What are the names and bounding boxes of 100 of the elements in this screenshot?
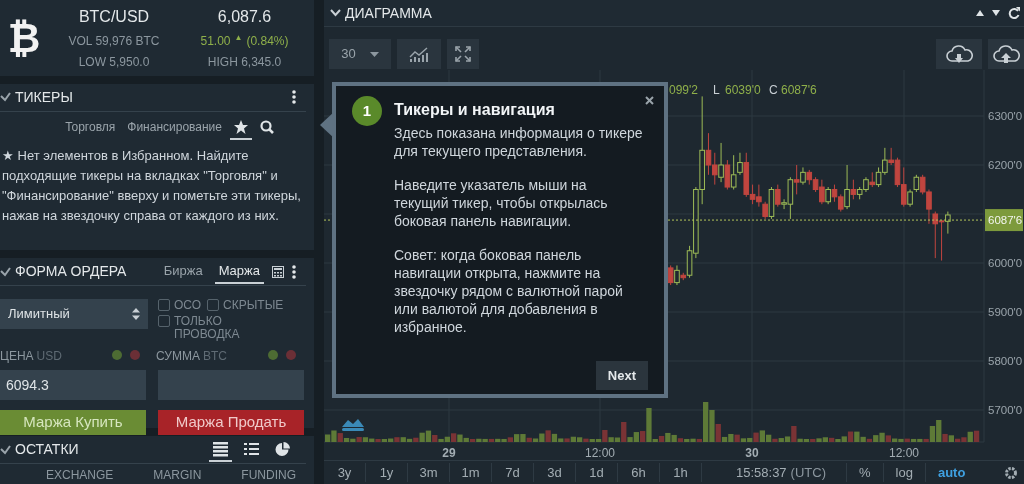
ask-dot-icon [286, 350, 296, 360]
field-label: ЦЕНА [0, 349, 34, 363]
column-header: EXCHANGE [45, 467, 114, 484]
column-header: MARGIN [153, 467, 202, 484]
amount-input[interactable] [158, 370, 304, 400]
more-icon[interactable] [292, 90, 296, 104]
tab[interactable]: Биржа [159, 258, 207, 285]
checkbox-option[interactable]: ТОЛЬКО ПРОВОДКА [158, 315, 288, 341]
bitcoin-logo: ₿ [6, 13, 42, 63]
axis-label: 6000'0 [988, 257, 1023, 269]
unit-label: USD [36, 349, 62, 363]
axis-label: 12:00 [585, 446, 615, 460]
popover-text: Наведите указатель мыши на текущий тикер, чтобы открылась боковая панель навигации. [394, 176, 609, 230]
chevron-icon[interactable] [0, 266, 11, 277]
unit-label: BTC [202, 349, 227, 363]
legend-key: L [713, 83, 720, 97]
axis-label: 6200'0 [988, 159, 1023, 171]
axis-label: 12:00 [889, 446, 919, 460]
legend-value: 099'2 [669, 83, 698, 97]
range-link[interactable]: 3y [324, 462, 366, 483]
tab[interactable]: Финансирование [123, 115, 226, 140]
last-price-tag: 6087'6 [985, 209, 1023, 232]
range-link[interactable]: 7d [492, 462, 534, 483]
close-icon[interactable] [645, 96, 654, 105]
cloud-upload-icon [992, 44, 1020, 64]
axis-label: 5900'0 [988, 306, 1023, 318]
range-link[interactable]: 3m [408, 462, 450, 483]
axis-label: 29 [442, 446, 456, 460]
popover-text: Совет: когда боковая панель навигации открыта, нажмите на звездочку рядом с валютной парой или валютой для добавления в избранное. [394, 246, 624, 336]
list-view-icon [244, 441, 259, 457]
clock-time: 15:58:37 [736, 464, 787, 480]
pie-chart-icon [275, 441, 290, 457]
more-icon[interactable] [292, 264, 296, 279]
step-number: 1 [352, 96, 382, 126]
ticker-symbol: BTC/USD [78, 6, 150, 27]
panel-title: ТИКЕРЫ [15, 87, 73, 107]
field-label: СУММА [156, 349, 200, 363]
cloud-download-button[interactable] [936, 39, 982, 69]
scale-option[interactable]: auto [924, 462, 978, 483]
legend-value: 6039'0 [725, 83, 761, 97]
cloud-upload-button[interactable] [988, 39, 1024, 69]
range-link[interactable]: 1d [576, 462, 618, 483]
axis-label: 5800'0 [988, 355, 1023, 367]
move-up-icon[interactable] [976, 10, 984, 16]
ticker-high: HIGH 6,345.0 [207, 53, 282, 71]
cloud-download-icon [945, 44, 973, 64]
ask-dot-icon [130, 350, 140, 360]
refresh-icon[interactable] [1008, 7, 1020, 19]
popover-title: Тикеры и навигация [394, 100, 555, 120]
popover-text: Здесь показана информация о тикере для текущего представления. [394, 124, 644, 160]
legend-key: C [769, 83, 778, 97]
axis-label: 30 [745, 446, 759, 460]
ticker-volume: VOL 59,976 BTC [68, 32, 160, 50]
indicators-icon [409, 46, 429, 62]
next-button[interactable]: Next [595, 360, 648, 390]
sort-arrows-icon [132, 308, 140, 320]
calculator-icon[interactable] [272, 265, 284, 278]
panel-title: ОСТАТКИ [15, 440, 79, 459]
range-link[interactable]: 1h [660, 462, 702, 483]
star-icon [234, 120, 248, 135]
range-link[interactable]: 3d [534, 462, 576, 483]
logo-icon [342, 419, 364, 431]
chevron-icon[interactable] [0, 92, 11, 102]
axis-label: 5700'0 [988, 404, 1023, 416]
range-link[interactable]: 1m [450, 462, 492, 483]
ticker-price: 6,087.6 [217, 6, 272, 27]
tab[interactable]: Маржа [214, 258, 264, 285]
tab[interactable]: Торговля [61, 115, 120, 140]
interval-dropdown[interactable]: 30 [329, 39, 391, 69]
checkbox-option[interactable]: ОСО [158, 299, 202, 312]
legend-value: 6087'6 [781, 83, 817, 97]
axis-label: 6300'0 [988, 110, 1023, 122]
fullscreen-button[interactable] [447, 39, 479, 69]
caret-icon [369, 51, 379, 57]
change-percent: (0.84%) [246, 32, 289, 50]
checkbox-option[interactable]: СКРЫТЫЕ [207, 299, 284, 312]
settings-icon[interactable] [1004, 465, 1018, 480]
bid-dot-icon [112, 350, 122, 360]
range-link[interactable]: 6h [618, 462, 660, 483]
panel-title: ДИАГРАММА [345, 3, 432, 23]
range-link[interactable]: 1y [366, 462, 408, 483]
order-type-select[interactable]: Лимитный [0, 299, 148, 329]
scale-option[interactable]: % [846, 462, 883, 483]
bid-dot-icon [268, 350, 278, 360]
indicators-button[interactable] [397, 39, 441, 69]
price-input[interactable]: 6094.3 [0, 370, 146, 400]
search-icon [260, 120, 274, 135]
chevron-icon[interactable] [0, 444, 11, 455]
change-arrow-icon: ▲ [234, 31, 243, 50]
panel-title: ФОРМА ОРДЕРА [15, 262, 127, 281]
chevron-icon[interactable] [330, 9, 341, 17]
move-down-icon[interactable] [992, 10, 1000, 16]
sell-button[interactable]: Маржа Продать [158, 410, 304, 435]
timezone-label: (UTC) [790, 464, 826, 480]
table-view-icon [213, 441, 228, 457]
column-header: FUNDING [241, 467, 296, 484]
empty-favorites-message: ★ Нет элементов в Избранном. Найдите подходящие тикеры на вкладках "Торговля" и "Финансирование" вверху и пометьте эти тикеры, нажав на звездочку справа от каждого из них. [1, 146, 302, 225]
price-change: 51.00 [200, 32, 231, 50]
scale-option[interactable]: log [882, 462, 925, 483]
expand-icon [454, 45, 472, 63]
